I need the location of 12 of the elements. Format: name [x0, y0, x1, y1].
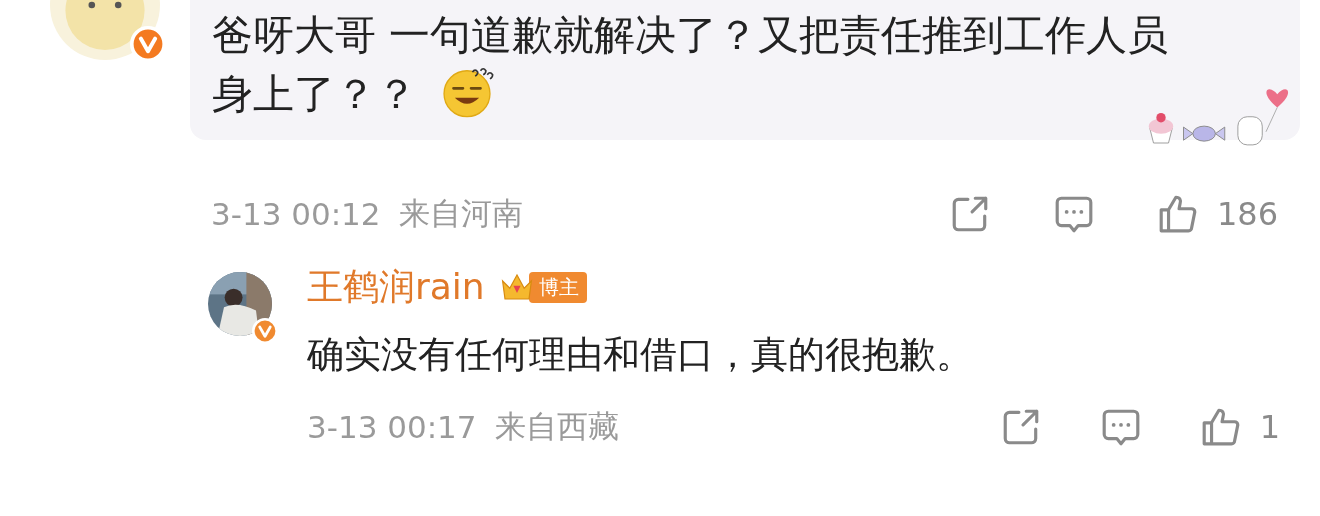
like-count: 186 [1216, 195, 1278, 233]
like-count: 1 [1259, 408, 1280, 446]
verified-icon [252, 318, 278, 344]
verified-icon [130, 26, 166, 62]
reply-location: 来自西藏 [494, 407, 619, 446]
comment-location: 来自河南 [398, 194, 523, 233]
comment-time: 3-13 00:12 [211, 196, 381, 232]
reply-text: 确实没有任何理由和借口，真的很抱歉。 [307, 332, 973, 378]
author-name[interactable]: 王鹤润rain [307, 262, 485, 312]
reply-time: 3-13 00:17 [307, 409, 477, 445]
comment-text: 爸呀大哥 一句道歉就解决了？又把责任推到工作人员身上了？？ [212, 10, 1170, 120]
blogger-badge: 博主 [528, 271, 587, 303]
